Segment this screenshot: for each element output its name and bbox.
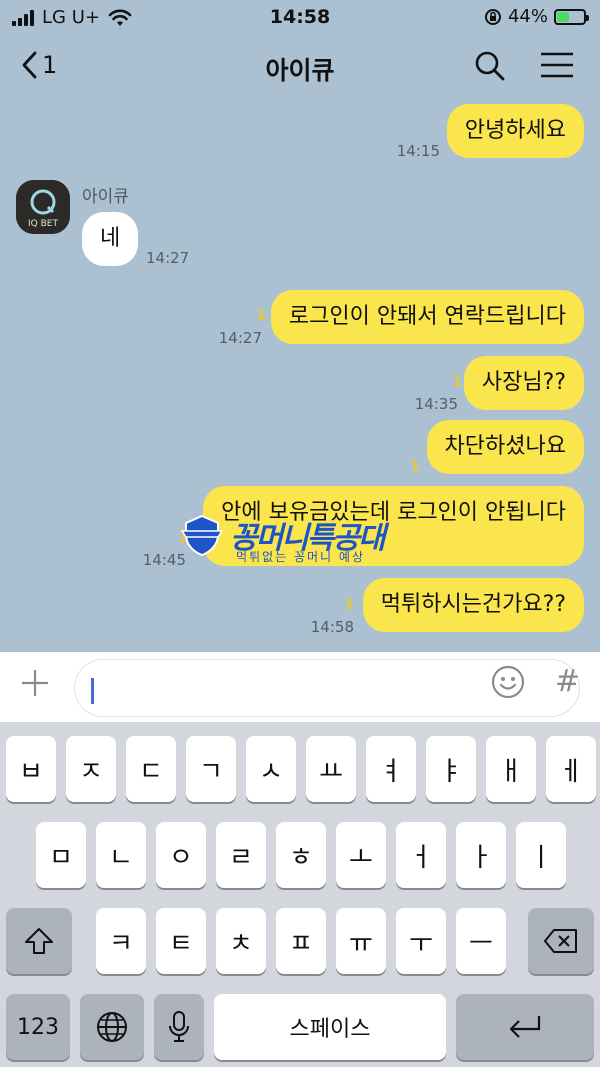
hashtag-button[interactable]: # xyxy=(555,664,580,699)
chat-title: 아이큐 xyxy=(265,56,335,85)
text-caret xyxy=(91,678,94,704)
delete-key[interactable] xyxy=(528,908,594,974)
unread-indicator: 1 xyxy=(344,597,354,613)
message-bubble-outgoing[interactable]: 사장님?? xyxy=(463,356,584,410)
key[interactable]: ㅎ xyxy=(276,822,326,888)
message-time: 14:58 xyxy=(310,618,354,636)
attach-button[interactable] xyxy=(20,668,50,705)
status-bar: LG U+ 14:58 44% xyxy=(0,0,600,36)
message-bubble-outgoing[interactable]: 먹튀하시는건가요?? xyxy=(362,578,584,632)
key[interactable]: ㅅ xyxy=(246,736,296,802)
key[interactable]: ㄹ xyxy=(216,822,266,888)
avatar-text: IQ BET xyxy=(28,219,58,229)
key[interactable]: ㄴ xyxy=(96,822,146,888)
sender-name: 아이큐 xyxy=(82,187,129,207)
key[interactable]: ㅁ xyxy=(36,822,86,888)
key[interactable]: ㅑ xyxy=(426,736,476,802)
key[interactable]: ㅊ xyxy=(216,908,266,974)
orientation-lock-icon xyxy=(484,8,501,25)
key[interactable]: ㅓ xyxy=(396,822,446,888)
shift-key[interactable] xyxy=(6,908,72,974)
unread-indicator: 1 xyxy=(410,459,420,475)
key[interactable]: ㅛ xyxy=(306,736,356,802)
unread-indicator: 1 xyxy=(256,308,266,324)
status-right: 44% xyxy=(484,6,589,27)
search-icon xyxy=(475,51,505,81)
shield-icon xyxy=(180,514,224,557)
microphone-icon xyxy=(169,1011,189,1042)
message-time: 14:35 xyxy=(414,395,458,413)
key[interactable]: ㄱ xyxy=(186,736,236,802)
emoji-button[interactable] xyxy=(490,664,526,704)
battery-percent: 44% xyxy=(507,6,548,27)
battery-icon xyxy=(554,8,589,25)
battery-fill xyxy=(557,11,570,22)
globe-key[interactable] xyxy=(80,994,144,1060)
message-bubble-outgoing[interactable]: 차단하셨나요 xyxy=(426,420,584,474)
watermark-subtext: 먹튀없는 꽁머니 예상 xyxy=(236,550,365,564)
hamburger-menu-icon xyxy=(541,52,573,78)
key[interactable]: ㅂ xyxy=(6,736,56,802)
chat-area[interactable]: 안녕하세요 14:15 IQ BET 아이큐 네 14:27 1 14:27 로… xyxy=(0,100,600,652)
key[interactable]: ㅌ xyxy=(156,908,206,974)
message-bubble-outgoing[interactable]: 안녕하세요 xyxy=(446,104,584,158)
key[interactable]: ㅏ xyxy=(456,822,506,888)
message-time: 14:15 xyxy=(396,142,440,160)
space-key[interactable]: 스페이스 xyxy=(214,994,446,1060)
key[interactable]: ㅕ xyxy=(366,736,416,802)
unread-indicator: 1 xyxy=(452,374,462,390)
key[interactable]: ㅋ xyxy=(96,908,146,974)
numbers-key[interactable]: 123 xyxy=(6,994,70,1060)
search-button[interactable] xyxy=(474,50,506,86)
return-icon xyxy=(509,1016,541,1038)
message-time: 14:27 xyxy=(218,329,262,347)
message-bubble-incoming[interactable]: 네 xyxy=(82,212,139,266)
iq-bet-logo-icon: IQ BET xyxy=(16,180,70,234)
key[interactable]: ㅐ xyxy=(486,736,536,802)
dictation-key[interactable] xyxy=(154,994,204,1060)
key[interactable]: ㄷ xyxy=(126,736,176,802)
backspace-icon xyxy=(544,929,577,953)
key[interactable]: ㅣ xyxy=(516,822,566,888)
key[interactable]: ㅇ xyxy=(156,822,206,888)
return-key[interactable] xyxy=(456,994,594,1060)
plus-icon xyxy=(22,670,48,696)
key[interactable]: ㅍ xyxy=(276,908,326,974)
message-bubble-outgoing[interactable]: 로그인이 안돼서 연락드립니다 xyxy=(270,290,584,344)
menu-button[interactable] xyxy=(540,50,574,84)
smiley-icon xyxy=(491,665,525,699)
avatar[interactable]: IQ BET xyxy=(16,180,70,234)
key[interactable]: ㅗ xyxy=(336,822,386,888)
key[interactable]: ㅡ xyxy=(456,908,506,974)
key[interactable]: ㅜ xyxy=(396,908,446,974)
watermark: 꽁머니특공대 먹튀없는 꽁머니 예상 xyxy=(180,512,430,564)
key[interactable]: ㅔ xyxy=(546,736,596,802)
globe-icon xyxy=(97,1012,127,1042)
message-time: 14:27 xyxy=(146,249,190,267)
key[interactable]: ㅈ xyxy=(66,736,116,802)
nav-bar: 1 아이큐 xyxy=(0,36,600,100)
input-bar: # xyxy=(0,652,600,722)
shift-icon xyxy=(25,928,53,954)
keyboard: ㅂ ㅈ ㄷ ㄱ ㅅ ㅛ ㅕ ㅑ ㅐ ㅔ ㅁ ㄴ ㅇ ㄹ ㅎ ㅗ ㅓ ㅏ ㅣ ㅋ … xyxy=(0,722,600,1067)
key[interactable]: ㅠ xyxy=(336,908,386,974)
